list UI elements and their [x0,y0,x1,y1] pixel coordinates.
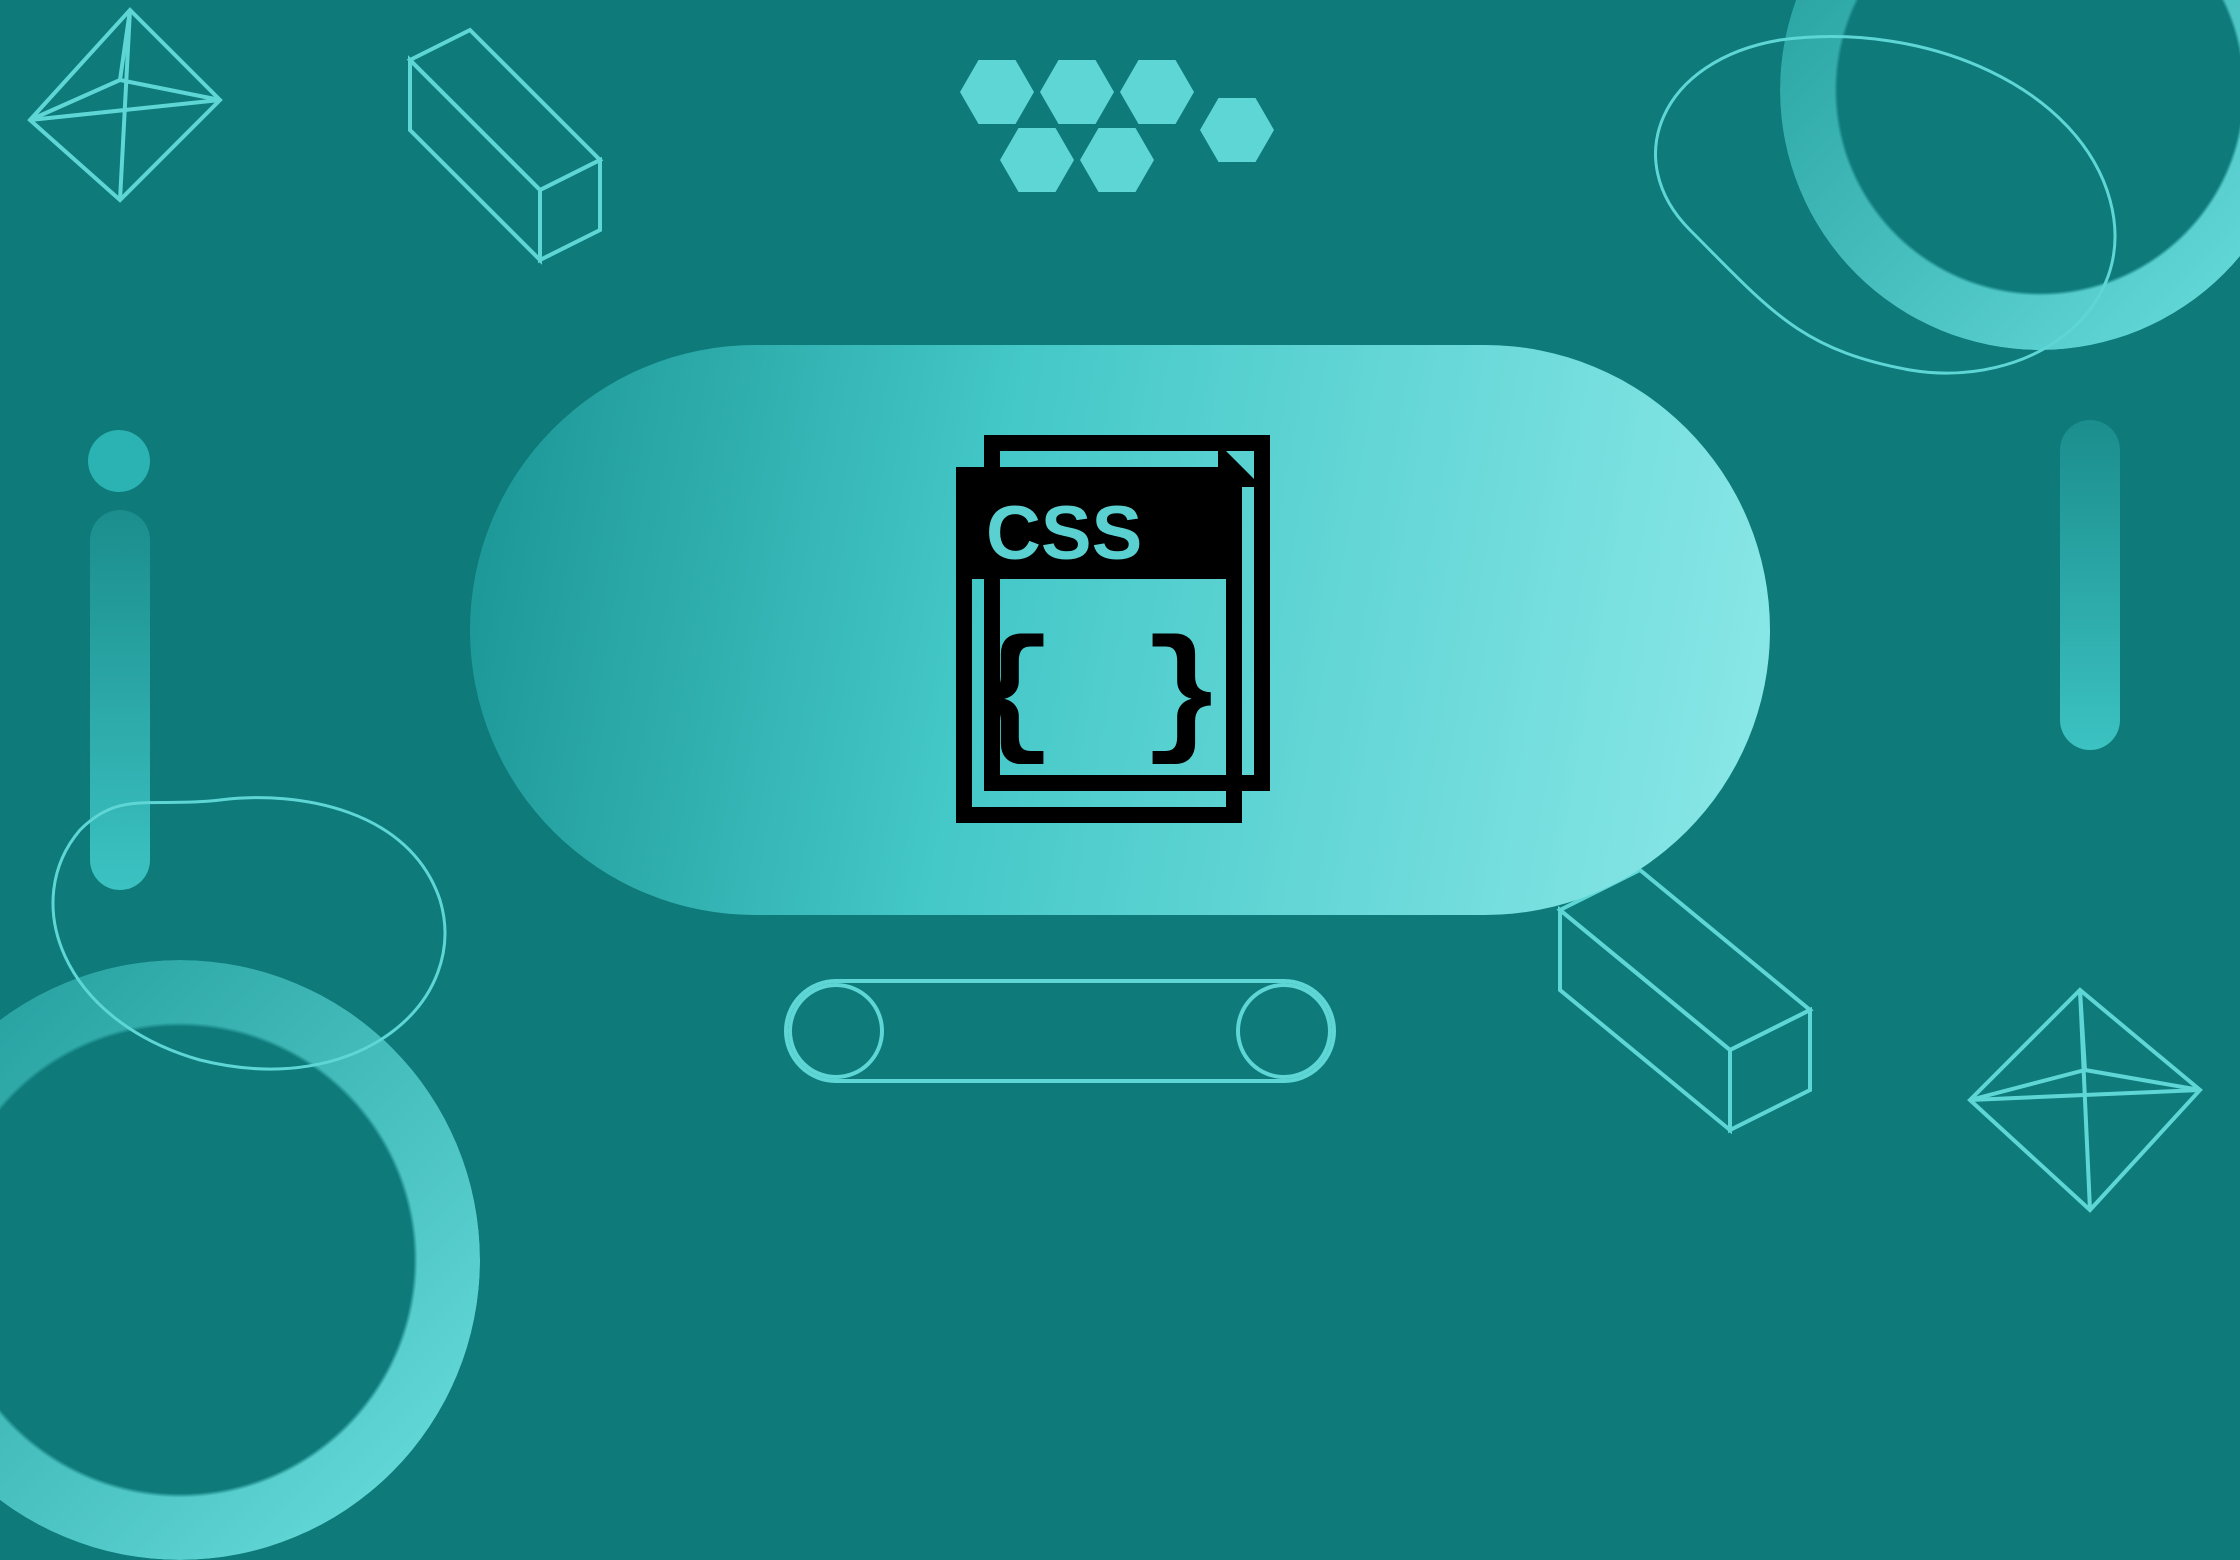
diamond-top-left-icon [30,10,220,200]
ring-top-right-icon [1780,0,2240,350]
diamond-bottom-right-icon [1970,990,2200,1210]
css-label-text: CSS [986,491,1142,576]
center-card: CSS { } [470,345,1770,915]
braces-text: { } [972,619,1224,778]
vertical-pill-right-icon [2060,420,2120,750]
prism-bottom-right-icon [1560,870,1810,1130]
hero-graphic: CSS { } [0,0,2240,1260]
css-file-icon: CSS { } [950,435,1290,825]
vertical-pill-left-icon [90,510,150,890]
capsule-outline-icon [780,975,1340,1095]
dot-left-icon [88,430,150,492]
ring-bottom-left-icon [0,960,480,1560]
prism-top-icon [410,30,600,260]
